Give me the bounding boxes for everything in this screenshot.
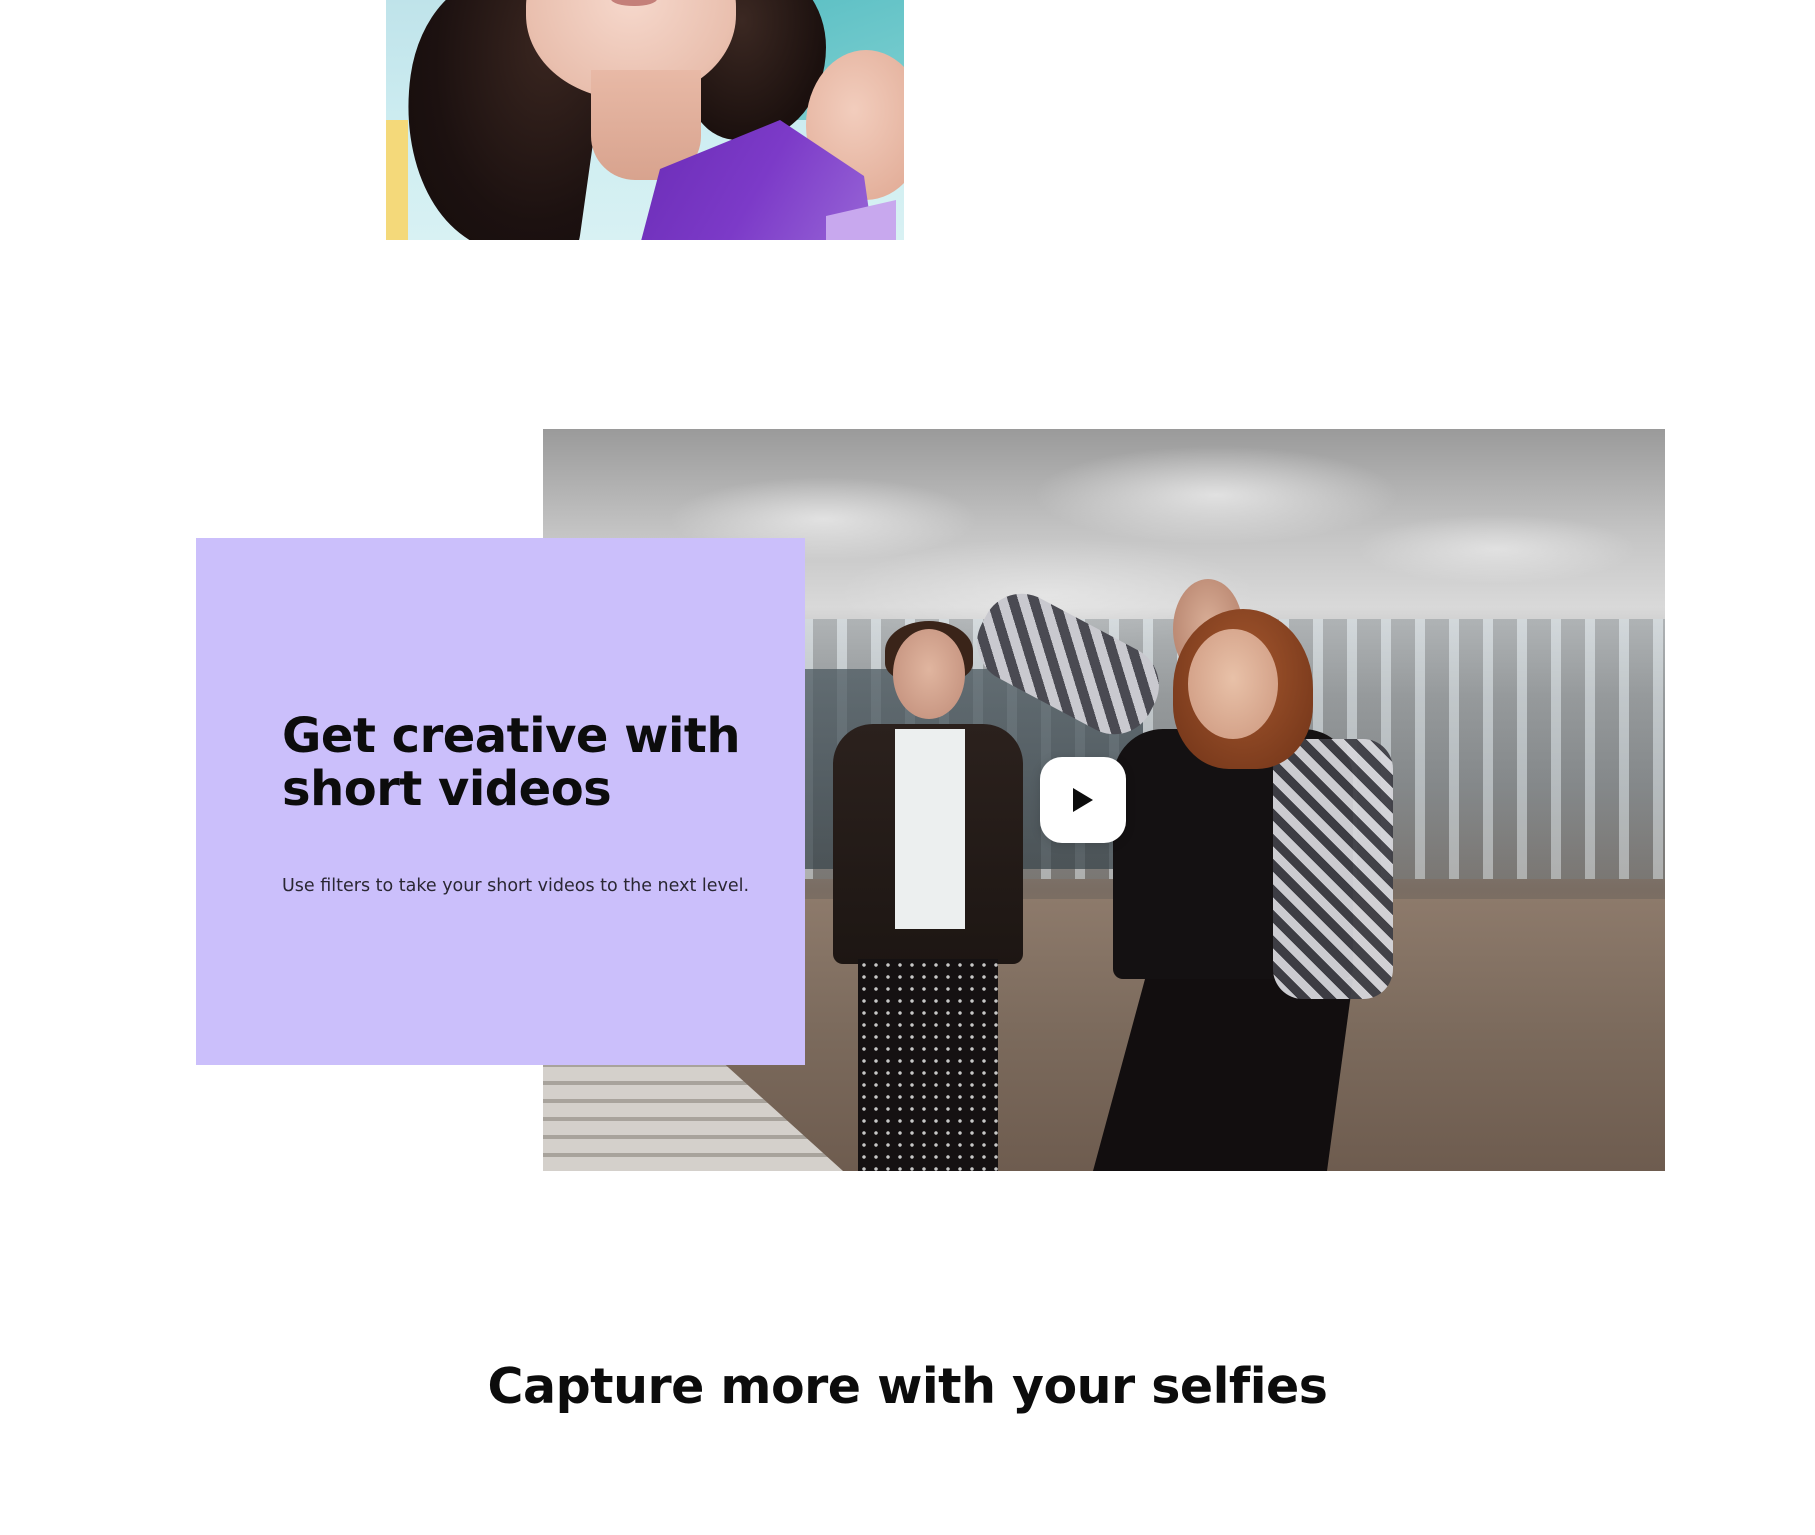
section-heading: Capture more with your selfies bbox=[487, 1358, 1328, 1415]
feature-description: Use filters to take your short videos to… bbox=[282, 876, 750, 896]
feature-card: Get creative with short videos Use filte… bbox=[196, 538, 805, 1065]
play-icon bbox=[1073, 788, 1093, 812]
portrait-image bbox=[386, 0, 904, 240]
dancer-legs bbox=[1093, 979, 1353, 1171]
feature-title: Get creative with short videos bbox=[282, 708, 741, 817]
portrait-background-yellow bbox=[386, 120, 408, 240]
video-person-dancer bbox=[962, 579, 1423, 1171]
dancer-head bbox=[1188, 629, 1278, 739]
play-video-button[interactable] bbox=[1040, 757, 1126, 843]
person-left-shirt bbox=[895, 729, 965, 929]
person-left-head bbox=[893, 629, 965, 719]
dancer-flannel bbox=[1273, 739, 1393, 999]
